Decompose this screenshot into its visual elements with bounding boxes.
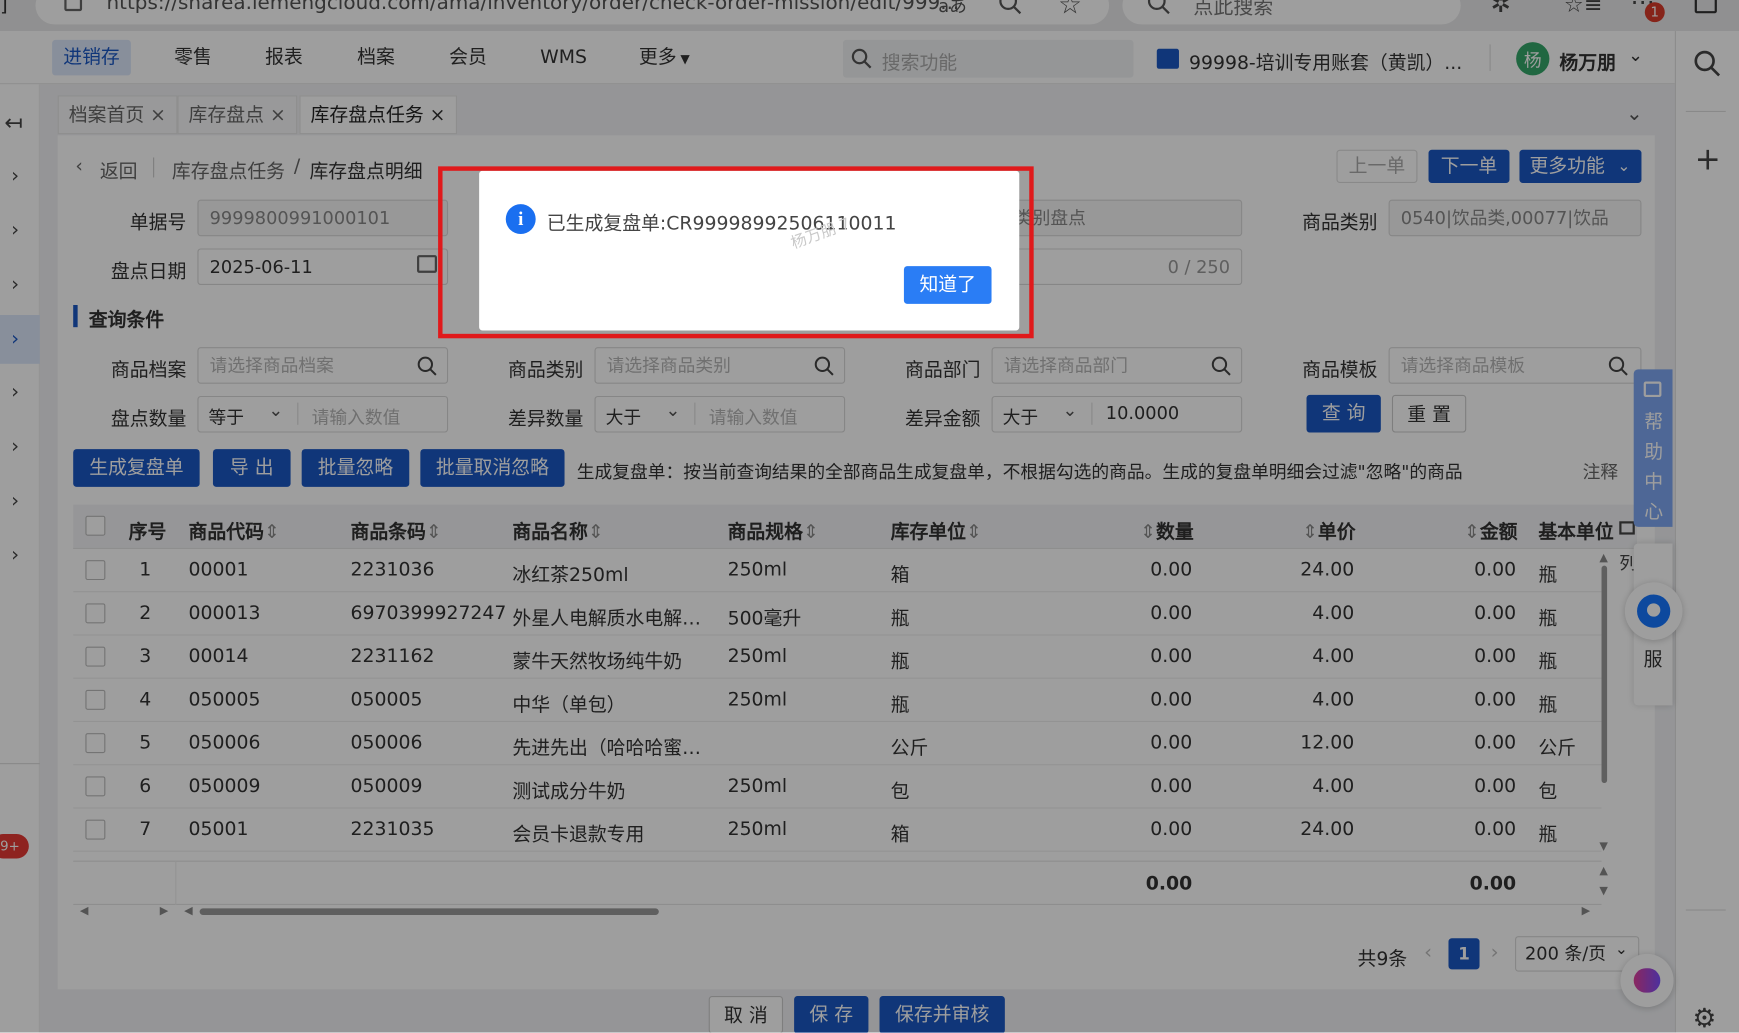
modal-overlay [0, 0, 1739, 1033]
highlight-frame [438, 166, 1034, 339]
